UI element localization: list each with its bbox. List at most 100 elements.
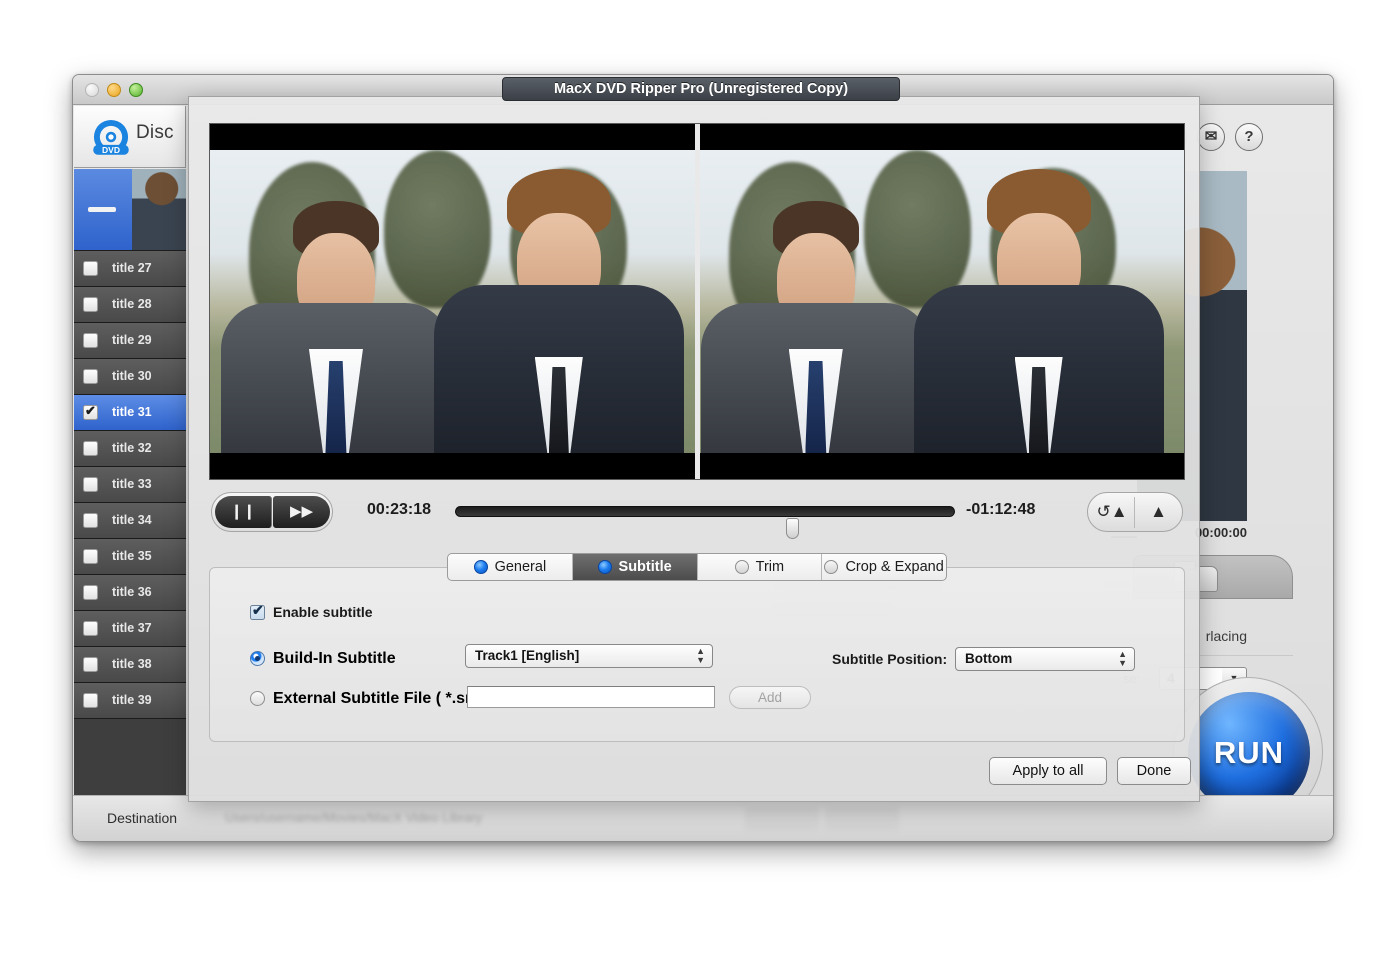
tab-crop-expand[interactable]: Crop & Expand [822, 554, 946, 580]
title-row[interactable]: title 30 [74, 359, 186, 395]
title-row[interactable]: title 29 [74, 323, 186, 359]
tab-crop-expand-label: Crop & Expand [845, 559, 943, 575]
remaining-time-label: -01:12:48 [966, 501, 1035, 519]
done-button[interactable]: Done [1117, 757, 1191, 785]
external-subtitle-input[interactable] [467, 686, 715, 708]
seek-slider-handle[interactable] [786, 518, 799, 539]
title-row[interactable]: title 28 [74, 287, 186, 323]
current-time-label: 00:23:18 [367, 501, 431, 519]
settings-tabstrip: General Subtitle Trim Crop & Expand [447, 553, 947, 581]
title-row[interactable]: title 37 [74, 611, 186, 647]
dvd-disc-icon: DVD [90, 116, 132, 158]
radio-icon [598, 560, 612, 574]
radio-icon [824, 560, 838, 574]
letterbox-bar [700, 453, 1185, 479]
title-checkbox[interactable] [83, 693, 98, 708]
title-checkbox[interactable] [83, 405, 98, 420]
fast-forward-button[interactable]: ▶▶ [273, 496, 330, 528]
title-row[interactable]: title 36 [74, 575, 186, 611]
preview-pane-original[interactable] [210, 124, 695, 479]
svg-text:DVD: DVD [102, 145, 120, 155]
subtitle-position-select[interactable]: Bottom ▲▼ [955, 647, 1135, 671]
title-list-sidebar[interactable]: title 27 title 28 title 29 title 30title 31… [74, 169, 186, 809]
rotate-icon[interactable]: ↺▲ [1090, 497, 1135, 528]
letterbox-bar [210, 453, 695, 479]
title-label: title 29 [112, 333, 152, 347]
title-label: title 37 [112, 621, 152, 635]
title-checkbox[interactable] [83, 261, 98, 276]
title-checkbox[interactable] [83, 441, 98, 456]
thumbnail-image [132, 169, 186, 251]
seek-slider[interactable] [455, 506, 955, 517]
title-checkbox[interactable] [83, 549, 98, 564]
letterbox-bar [700, 124, 1185, 150]
preview-pane-output[interactable] [695, 124, 1185, 479]
add-subtitle-button[interactable]: Add [729, 686, 811, 709]
external-subtitle-label: External Subtitle File ( *.srt) [273, 690, 482, 708]
title-checkbox[interactable] [83, 657, 98, 672]
open-button-ghost[interactable] [825, 807, 899, 831]
window-maximize-button[interactable] [129, 83, 143, 97]
tab-subtitle[interactable]: Subtitle [573, 554, 698, 580]
title-label: title 32 [112, 441, 152, 455]
title-row[interactable]: title 38 [74, 647, 186, 683]
deinterlace-label: rlacing [1206, 628, 1247, 644]
external-subtitle-radio[interactable] [250, 691, 265, 706]
title-label: title 36 [112, 585, 152, 599]
help-icon[interactable]: ? [1235, 123, 1263, 151]
flip-icon[interactable]: ▲ [1136, 497, 1181, 528]
title-row[interactable]: title 34 [74, 503, 186, 539]
collapse-icon[interactable] [88, 207, 116, 212]
subtitle-panel-content: Enable subtitle Build-In Subtitle Track1… [210, 568, 1184, 741]
pause-button[interactable]: ❙❙ [215, 496, 272, 528]
builtin-subtitle-radio[interactable] [250, 651, 265, 666]
tab-general[interactable]: General [448, 554, 573, 580]
subtitle-position-value: Bottom [965, 651, 1012, 666]
title-row[interactable]: title 32 [74, 431, 186, 467]
sidebar-current-thumbnail[interactable] [74, 169, 186, 251]
title-checkbox[interactable] [83, 477, 98, 492]
tab-subtitle-label: Subtitle [619, 559, 672, 575]
title-row[interactable]: title 27 [74, 251, 186, 287]
settings-panel: Enable subtitle Build-In Subtitle Track1… [209, 567, 1185, 742]
edit-video-dialog: ❙❙ ▶▶ 00:23:18 -01:12:48 ↺▲ ▲ Enable sub… [188, 96, 1200, 802]
title-label: title 33 [112, 477, 152, 491]
mail-icon[interactable]: ✉ [1197, 123, 1225, 151]
title-checkbox[interactable] [83, 513, 98, 528]
title-label: title 34 [112, 513, 152, 527]
title-rows-container: title 27 title 28 title 29 title 30title 31… [74, 251, 186, 719]
screenshot-canvas: DVD Disc ☻ ✉ ? title 27title 28title 29t… [0, 0, 1400, 970]
enable-subtitle-label: Enable subtitle [273, 604, 373, 620]
apply-to-all-button[interactable]: Apply to all [989, 757, 1107, 785]
browse-button-ghost[interactable] [745, 807, 819, 831]
letterbox-bar [210, 124, 695, 150]
playback-button-group: ❙❙ ▶▶ [211, 492, 333, 532]
toolbar-tab-disc[interactable]: DVD Disc [74, 106, 186, 168]
window-minimize-button[interactable] [107, 83, 121, 97]
tab-trim-label: Trim [756, 559, 784, 575]
subtitle-track-select[interactable]: Track1 [English] ▲▼ [465, 644, 713, 668]
title-label: title 39 [112, 693, 152, 707]
window-close-button[interactable] [85, 83, 99, 97]
title-row[interactable]: title 39 [74, 683, 186, 719]
builtin-subtitle-label: Build-In Subtitle [273, 650, 396, 668]
title-row[interactable]: title 33 [74, 467, 186, 503]
title-row[interactable]: title 31 [74, 395, 186, 431]
video-preview-area[interactable] [209, 123, 1185, 480]
title-row[interactable]: title 35 [74, 539, 186, 575]
tab-trim[interactable]: Trim [698, 554, 823, 580]
radio-icon [474, 560, 488, 574]
title-label: title 35 [112, 549, 152, 563]
title-checkbox[interactable] [83, 369, 98, 384]
title-checkbox[interactable] [83, 585, 98, 600]
title-checkbox[interactable] [83, 333, 98, 348]
subtitle-position-label: Subtitle Position: [832, 651, 947, 667]
title-checkbox[interactable] [83, 621, 98, 636]
radio-icon [735, 560, 749, 574]
player-transport-bar: ❙❙ ▶▶ 00:23:18 -01:12:48 ↺▲ ▲ [209, 489, 1185, 537]
destination-path[interactable]: Users/username/Movies/MacX Video Library [225, 810, 655, 828]
enable-subtitle-checkbox[interactable] [250, 605, 265, 620]
rotate-button-group: ↺▲ ▲ [1087, 492, 1183, 532]
title-label: title 27 [112, 261, 152, 275]
title-checkbox[interactable] [83, 297, 98, 312]
